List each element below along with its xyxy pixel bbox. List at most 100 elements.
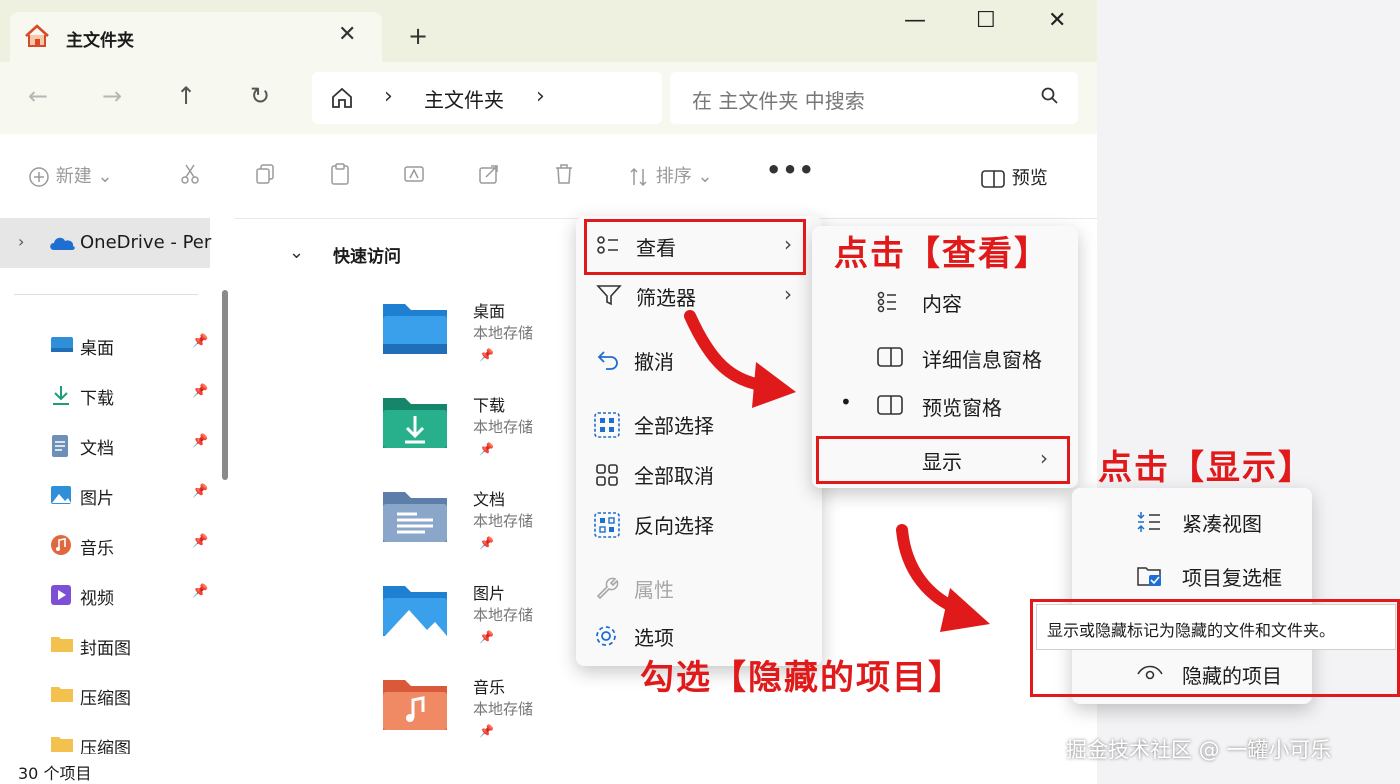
search-box[interactable]: 在 主文件夹 中搜索 — [670, 72, 1078, 124]
sidebar-item-label: 封面图 — [80, 639, 131, 659]
more-options-button[interactable]: ••• — [766, 156, 815, 184]
sidebar-item-label: 压缩图 — [80, 689, 131, 709]
rename-icon[interactable] — [402, 162, 426, 191]
menu-item-undo[interactable]: 撤消 — [584, 338, 814, 382]
menu-item-preview-pane[interactable]: • 预览窗格 — [820, 384, 1070, 428]
home-icon[interactable] — [330, 86, 354, 114]
delete-icon[interactable] — [552, 162, 576, 191]
menu-item-details-pane[interactable]: 详细信息窗格 — [820, 336, 1070, 380]
details-pane-icon — [876, 346, 904, 372]
address-bar[interactable]: › 主文件夹 › — [312, 72, 662, 124]
preview-pane-button[interactable]: 预览 — [980, 164, 1048, 190]
quick-access-heading[interactable]: 快速访问 — [333, 242, 401, 267]
sidebar-item-label: 桌面 — [80, 339, 114, 359]
tab-title: 主文件夹 — [66, 31, 134, 51]
invert-selection-icon — [594, 512, 620, 542]
sidebar-item-label: 音乐 — [80, 539, 114, 559]
preview-pane-icon — [876, 394, 904, 420]
folder-icon — [50, 684, 73, 706]
select-none-icon — [594, 462, 620, 492]
menu-item-select-all[interactable]: 全部选择 — [584, 402, 814, 446]
submenu-arrow-icon: › — [784, 282, 792, 306]
sidebar-item-label: 视频 — [80, 589, 114, 609]
pin-icon: 📌 — [479, 630, 494, 644]
menu-item-label: 选项 — [634, 626, 674, 650]
cut-icon[interactable] — [178, 162, 202, 191]
menu-item-label: 紧凑视图 — [1182, 512, 1262, 536]
share-icon[interactable] — [477, 162, 501, 191]
sidebar-divider — [14, 294, 198, 295]
pin-icon: 📌 — [192, 534, 209, 549]
maximize-button[interactable]: ☐ — [976, 8, 996, 33]
paste-icon[interactable] — [328, 162, 352, 191]
title-bar: 主文件夹 ✕ + — ☐ ✕ — [0, 0, 1097, 62]
minimize-button[interactable]: — — [904, 8, 926, 33]
collapse-chevron-icon[interactable]: ⌄ — [289, 242, 304, 263]
sidebar-scrollbar[interactable] — [222, 290, 228, 480]
item-count: 30 个项目 — [18, 764, 92, 783]
sidebar-item-documents[interactable]: 文档 📌 — [48, 430, 218, 460]
menu-item-item-checkboxes[interactable]: 项目复选框 — [1080, 554, 1304, 598]
new-button[interactable]: 新建 ⌄ — [28, 162, 113, 188]
menu-item-label: 撤消 — [634, 350, 674, 374]
annotation-check-hidden-items: 勾选【隐藏的项目】 — [640, 658, 964, 698]
desktop-icon — [50, 334, 73, 356]
sort-icon — [630, 167, 647, 187]
sort-button[interactable]: 排序 ⌄ — [628, 162, 713, 188]
forward-button[interactable]: → — [102, 82, 122, 110]
documents-folder-icon — [381, 486, 449, 548]
highlight-show-box — [816, 436, 1070, 484]
menu-item-label: 内容 — [922, 292, 962, 316]
breadcrumb-chevron-icon[interactable]: › — [536, 84, 545, 109]
sidebar-item-videos[interactable]: 视频 📌 — [48, 580, 218, 610]
breadcrumb-separator-icon[interactable]: › — [384, 84, 393, 109]
tab-close-icon[interactable]: ✕ — [338, 22, 356, 47]
folder-name: 下载 — [473, 396, 506, 415]
sidebar-item-onedrive[interactable]: › OneDrive - Per — [0, 218, 212, 268]
sidebar-item-pictures[interactable]: 图片 📌 — [48, 480, 218, 510]
menu-item-label: 全部选择 — [634, 414, 714, 438]
download-icon — [50, 384, 72, 406]
annotation-click-view: 点击【查看】 — [834, 234, 1050, 274]
sidebar-item-label: OneDrive - Per — [80, 232, 212, 253]
sidebar-item-desktop[interactable]: 桌面 📌 — [48, 330, 218, 360]
video-icon — [50, 584, 72, 606]
tab-home-folder[interactable]: 主文件夹 ✕ — [10, 12, 382, 62]
folder-location: 本地存储 — [473, 324, 534, 342]
refresh-button[interactable]: ↻ — [250, 82, 270, 110]
expand-chevron-icon[interactable]: › — [18, 232, 24, 251]
content-layout-icon — [876, 290, 900, 318]
watermark: 掘金技术社区 @ 一罐小可乐 — [1066, 738, 1332, 762]
folder-tile-music[interactable]: 音乐 本地存储 📌 — [381, 674, 621, 764]
home-tab-icon — [24, 24, 50, 52]
highlight-hidden-items-box — [1030, 599, 1400, 697]
sidebar-item-compressed-images[interactable]: 压缩图 — [48, 680, 218, 710]
copy-icon[interactable] — [253, 162, 277, 191]
sidebar-item-downloads[interactable]: 下载 📌 — [48, 380, 218, 410]
back-button[interactable]: ← — [28, 82, 48, 110]
sidebar-item-music[interactable]: 音乐 📌 — [48, 530, 218, 560]
pin-icon: 📌 — [192, 434, 209, 449]
up-button[interactable]: ↑ — [176, 82, 196, 110]
search-icon — [1040, 86, 1060, 110]
menu-item-properties[interactable]: 属性 — [584, 566, 814, 610]
wrench-icon — [594, 576, 620, 604]
sidebar-item-label: 图片 — [80, 489, 114, 509]
menu-item-content[interactable]: 内容 — [820, 280, 1070, 324]
breadcrumb-home-folder[interactable]: 主文件夹 — [424, 84, 504, 113]
folder-location: 本地存储 — [473, 418, 534, 436]
pin-icon: 📌 — [479, 724, 494, 738]
menu-item-filter[interactable]: 筛选器 › — [584, 274, 814, 318]
menu-item-label: 项目复选框 — [1182, 566, 1282, 590]
sidebar-item-cover-images[interactable]: 封面图 — [48, 630, 218, 660]
new-tab-button[interactable]: + — [408, 22, 428, 50]
menu-item-compact-view[interactable]: 紧凑视图 — [1080, 500, 1304, 544]
preview-pane-icon — [981, 170, 1005, 188]
pictures-folder-icon — [381, 580, 449, 642]
search-input[interactable]: 在 主文件夹 中搜索 — [692, 85, 865, 114]
folder-location: 本地存储 — [473, 700, 534, 718]
close-window-button[interactable]: ✕ — [1048, 8, 1066, 33]
menu-item-invert-selection[interactable]: 反向选择 — [584, 502, 814, 546]
select-all-icon — [594, 412, 620, 442]
menu-item-select-none[interactable]: 全部取消 — [584, 452, 814, 496]
